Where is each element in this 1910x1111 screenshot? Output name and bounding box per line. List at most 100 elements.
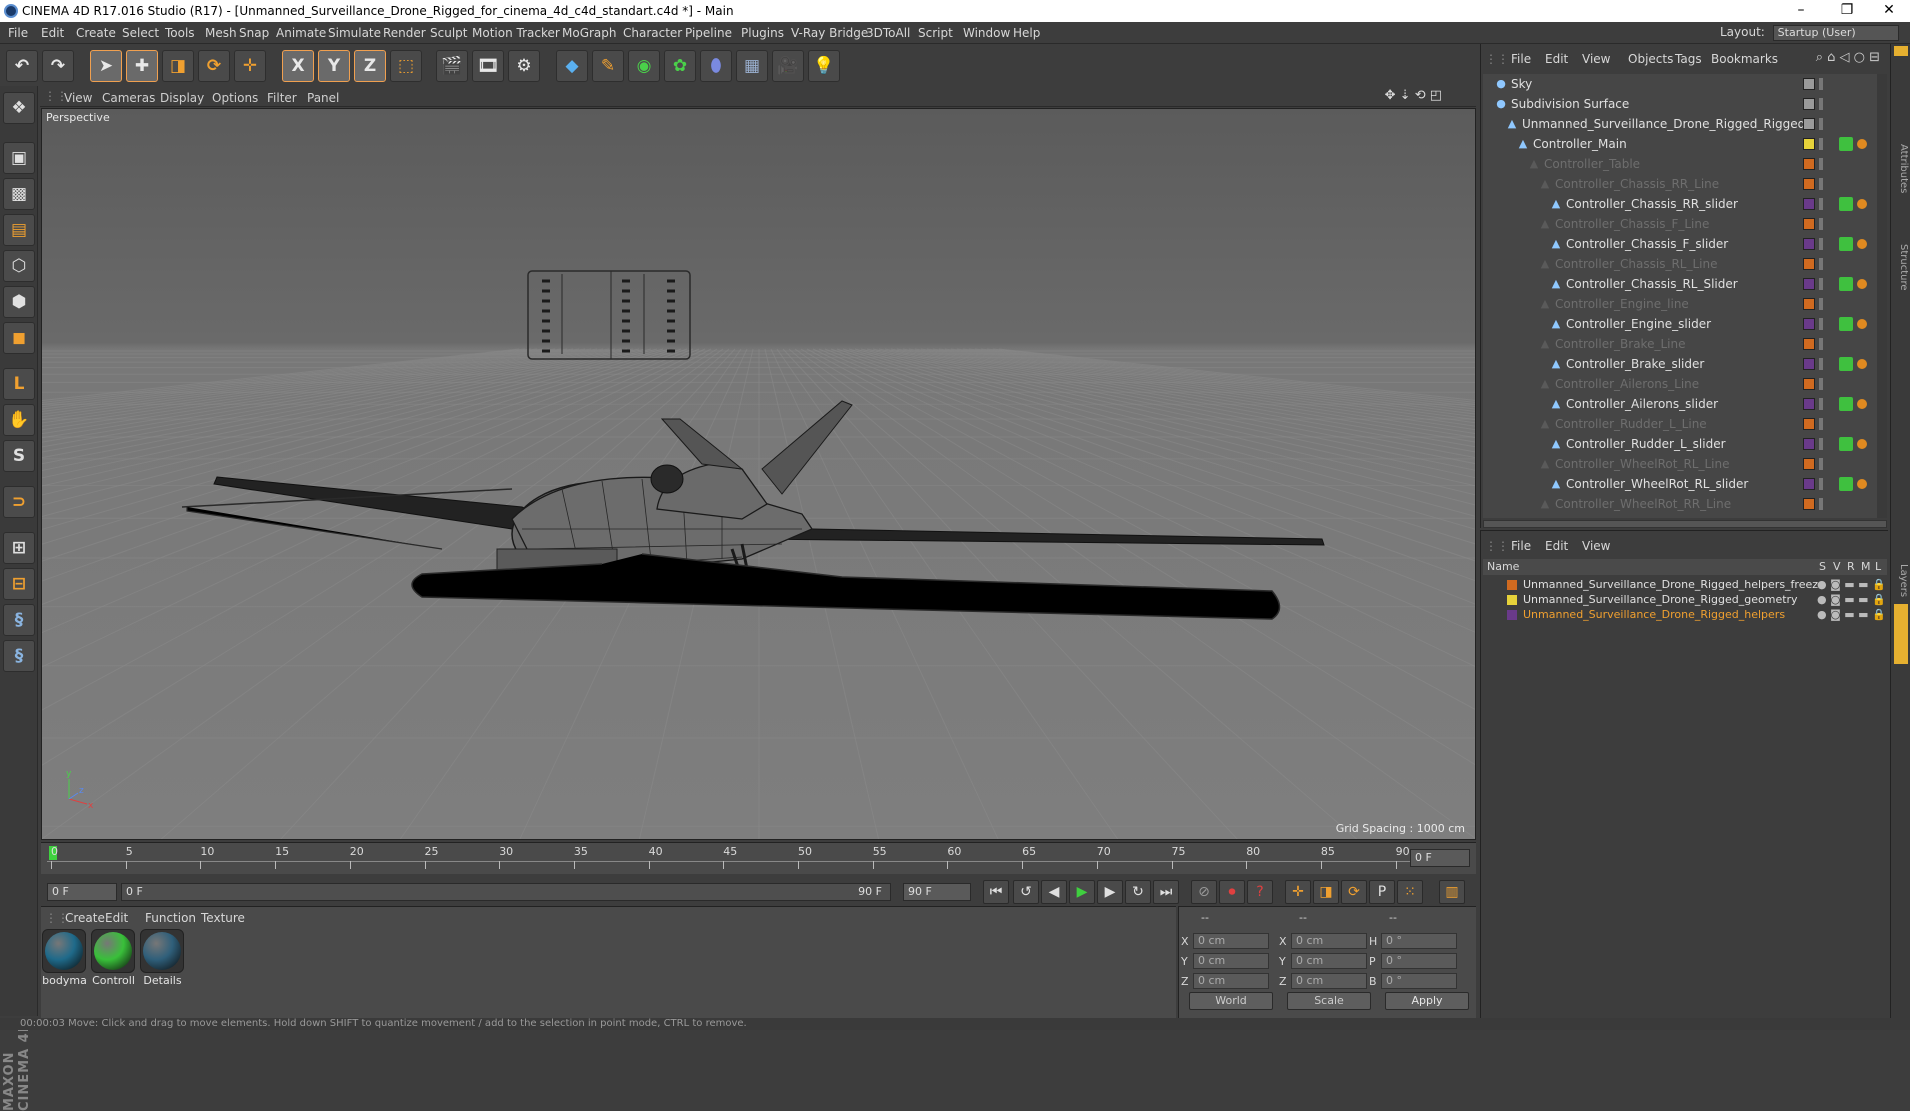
- menu-animate[interactable]: Animate: [276, 26, 326, 40]
- timeline-ruler[interactable]: 0 F 0 5 10 15 20 25 30 35 40 45 50 55 60 65 70 75 80 85 90: [41, 842, 1476, 874]
- layer-flags-icon[interactable]: ● ◙ ▬ ▬ 🔒: [1817, 593, 1886, 606]
- restore-icon[interactable]: ❐: [1824, 0, 1870, 22]
- cube-icon[interactable]: ◆: [556, 50, 588, 82]
- menu-mesh[interactable]: Mesh: [205, 26, 237, 40]
- next-key-icon[interactable]: ↻: [1125, 880, 1151, 904]
- layer-menu-edit[interactable]: Edit: [1545, 539, 1568, 553]
- move-icon[interactable]: ✚: [126, 50, 158, 82]
- layer-tab-marker[interactable]: [1894, 604, 1908, 664]
- object-menu-view[interactable]: View: [1582, 52, 1610, 66]
- points-mode-icon[interactable]: ⬡: [3, 250, 35, 282]
- visibility-dots-icon[interactable]: [1819, 378, 1823, 390]
- menu-edit[interactable]: Edit: [41, 26, 64, 40]
- previous-frame-icon[interactable]: ◀: [1041, 880, 1067, 904]
- object-row[interactable]: ▲ Controller_Chassis_RR_Line: [1483, 174, 1887, 194]
- layer-color-swatch[interactable]: [1803, 198, 1815, 210]
- current-frame-field[interactable]: 0 F: [1410, 849, 1470, 867]
- coord-value-field[interactable]: 0 cm: [1193, 953, 1269, 969]
- display-tag-icon[interactable]: [1839, 397, 1853, 411]
- snap-icon[interactable]: S: [3, 440, 35, 472]
- object-menu-tags[interactable]: Tags: [1675, 52, 1702, 66]
- visibility-dots-icon[interactable]: [1819, 358, 1823, 370]
- object-row[interactable]: ▲ Controller_WheelRot_RL_slider: [1483, 474, 1887, 494]
- camera-icon[interactable]: 🎥: [772, 50, 804, 82]
- object-menu-objects[interactable]: Objects: [1628, 52, 1673, 66]
- record-keys-icon[interactable]: ⊘: [1191, 880, 1217, 904]
- timeline-window-icon[interactable]: ▥: [1439, 880, 1465, 904]
- layer-color-swatch[interactable]: [1803, 98, 1815, 110]
- perspective-viewport[interactable]: y x z Perspective Grid Spacing : 1000 cm: [41, 108, 1476, 840]
- coord-value-field[interactable]: 0 °: [1381, 973, 1457, 989]
- layer-col-visible[interactable]: V: [1833, 560, 1841, 573]
- y-axis-button[interactable]: Y: [318, 50, 350, 82]
- go-to-end-icon[interactable]: ⏭: [1153, 880, 1179, 904]
- viewport-menu-options[interactable]: Options: [212, 91, 258, 105]
- keyframe-selection-icon[interactable]: ?: [1247, 880, 1273, 904]
- make-editable-icon[interactable]: ❖: [3, 92, 35, 124]
- visibility-dots-icon[interactable]: [1819, 258, 1823, 270]
- layer-color-swatch[interactable]: [1507, 580, 1517, 590]
- layer-color-swatch[interactable]: [1803, 278, 1815, 290]
- layer-color-swatch[interactable]: [1803, 118, 1815, 130]
- last-tool-icon[interactable]: ✛: [234, 50, 266, 82]
- key-scale-icon[interactable]: ◨: [1313, 880, 1339, 904]
- visibility-dots-icon[interactable]: [1819, 78, 1823, 90]
- material-menu-create[interactable]: Create: [65, 911, 105, 925]
- layer-color-swatch[interactable]: [1803, 418, 1815, 430]
- light-icon[interactable]: 💡: [808, 50, 840, 82]
- display-tag-icon[interactable]: [1839, 277, 1853, 291]
- visibility-dots-icon[interactable]: [1819, 398, 1823, 410]
- menu-pipeline[interactable]: Pipeline: [685, 26, 732, 40]
- redo-icon[interactable]: ↷: [42, 50, 74, 82]
- display-tag-icon[interactable]: [1839, 477, 1853, 491]
- layer-color-swatch[interactable]: [1803, 318, 1815, 330]
- scale-icon[interactable]: ◨: [162, 50, 194, 82]
- coord-value-field[interactable]: 0 cm: [1193, 933, 1269, 949]
- menu-sculpt[interactable]: Sculpt: [430, 26, 467, 40]
- object-row[interactable]: ▲ Controller_Chassis_RR_slider: [1483, 194, 1887, 214]
- render-view-icon[interactable]: 🎬: [436, 50, 468, 82]
- layer-color-swatch[interactable]: [1507, 595, 1517, 605]
- visibility-dots-icon[interactable]: [1819, 298, 1823, 310]
- viewport-menu-panel[interactable]: Panel: [307, 91, 339, 105]
- protection-tag-icon[interactable]: [1857, 439, 1867, 449]
- attributes-tab[interactable]: Attributes: [1893, 144, 1909, 193]
- subdivision-icon[interactable]: ◉: [628, 50, 660, 82]
- layer-color-swatch[interactable]: [1803, 218, 1815, 230]
- menu-help[interactable]: Help: [1013, 26, 1040, 40]
- material-menu-edit[interactable]: Edit: [105, 911, 128, 925]
- menu-file[interactable]: File: [8, 26, 28, 40]
- visibility-dots-icon[interactable]: [1819, 318, 1823, 330]
- coordinate-mode-dropdown[interactable]: World: [1189, 992, 1273, 1010]
- menu-simulate[interactable]: Simulate: [328, 26, 381, 40]
- layer-col-solo[interactable]: S: [1819, 560, 1826, 573]
- floor-icon[interactable]: ▦: [736, 50, 768, 82]
- display-tag-icon[interactable]: [1839, 317, 1853, 331]
- visibility-dots-icon[interactable]: [1819, 118, 1823, 130]
- object-row[interactable]: ▲ Controller_Brake_Line: [1483, 334, 1887, 354]
- object-row[interactable]: ▲ Controller_Brake_slider: [1483, 354, 1887, 374]
- object-row[interactable]: ● Sky: [1483, 74, 1887, 94]
- object-row[interactable]: ▲ Controller_WheelRot_RL_Line: [1483, 454, 1887, 474]
- protection-tag-icon[interactable]: [1857, 479, 1867, 489]
- tweak-mode-icon[interactable]: ✋: [3, 404, 35, 436]
- object-row[interactable]: ▲ Controller_Ailerons_slider: [1483, 394, 1887, 414]
- layer-color-swatch[interactable]: [1803, 138, 1815, 150]
- menu-render[interactable]: Render: [383, 26, 426, 40]
- layer-color-swatch[interactable]: [1507, 610, 1517, 620]
- layer-color-swatch[interactable]: [1803, 478, 1815, 490]
- layer-col-render[interactable]: R: [1847, 560, 1855, 573]
- key-position-icon[interactable]: ✛: [1285, 880, 1311, 904]
- workplane-icon[interactable]: ▤: [3, 214, 35, 246]
- object-horizontal-scrollbar[interactable]: [1483, 520, 1887, 528]
- visibility-dots-icon[interactable]: [1819, 238, 1823, 250]
- viewport-menu-display[interactable]: Display: [160, 91, 204, 105]
- object-row[interactable]: ▲ Controller_Engine_slider: [1483, 314, 1887, 334]
- viewport-menu-filter[interactable]: Filter: [267, 91, 297, 105]
- display-tag-icon[interactable]: [1839, 237, 1853, 251]
- protection-tag-icon[interactable]: [1857, 199, 1867, 209]
- layer-menu-file[interactable]: File: [1511, 539, 1531, 553]
- layout-dropdown[interactable]: Startup (User): [1772, 25, 1899, 41]
- visibility-dots-icon[interactable]: [1819, 478, 1823, 490]
- layer-row[interactable]: Unmanned_Surveillance_Drone_Rigged_helpe…: [1483, 577, 1887, 592]
